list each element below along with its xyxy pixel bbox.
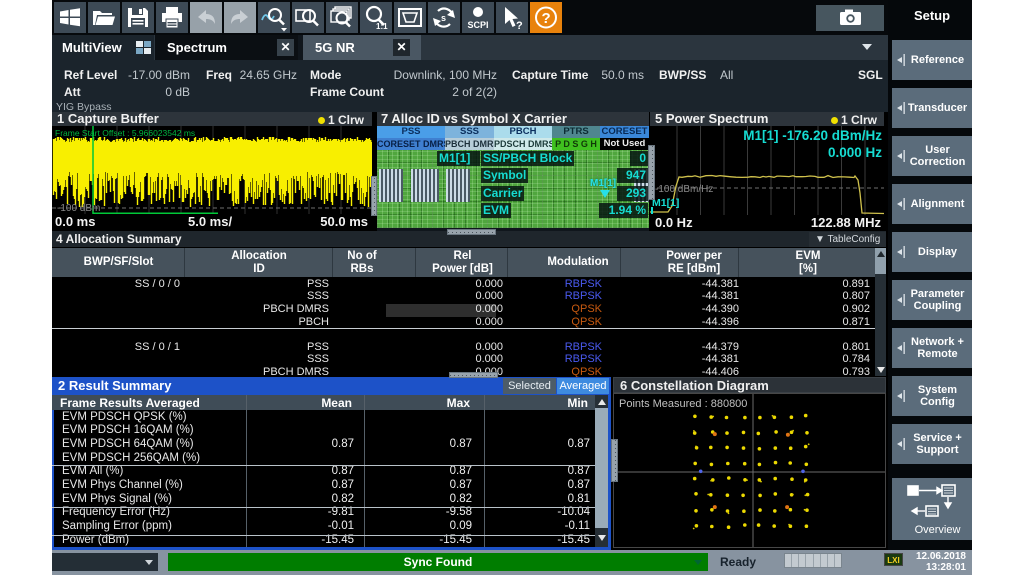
svg-text:1:1: 1:1 — [376, 22, 388, 31]
svg-text:-100 dBm: -100 dBm — [57, 203, 100, 214]
svg-text:-100 dBm/Hz: -100 dBm/Hz — [655, 184, 713, 195]
svg-text:?: ? — [542, 10, 551, 27]
svg-text:SCPI: SCPI — [468, 20, 489, 30]
svg-text:M1[1]: M1[1] — [652, 197, 679, 209]
svg-text:?: ? — [516, 20, 523, 32]
svg-text:s: s — [441, 13, 446, 23]
svg-text:Frame Start Offset : 5.9660235: Frame Start Offset : 5.966023542 ms — [55, 128, 195, 138]
